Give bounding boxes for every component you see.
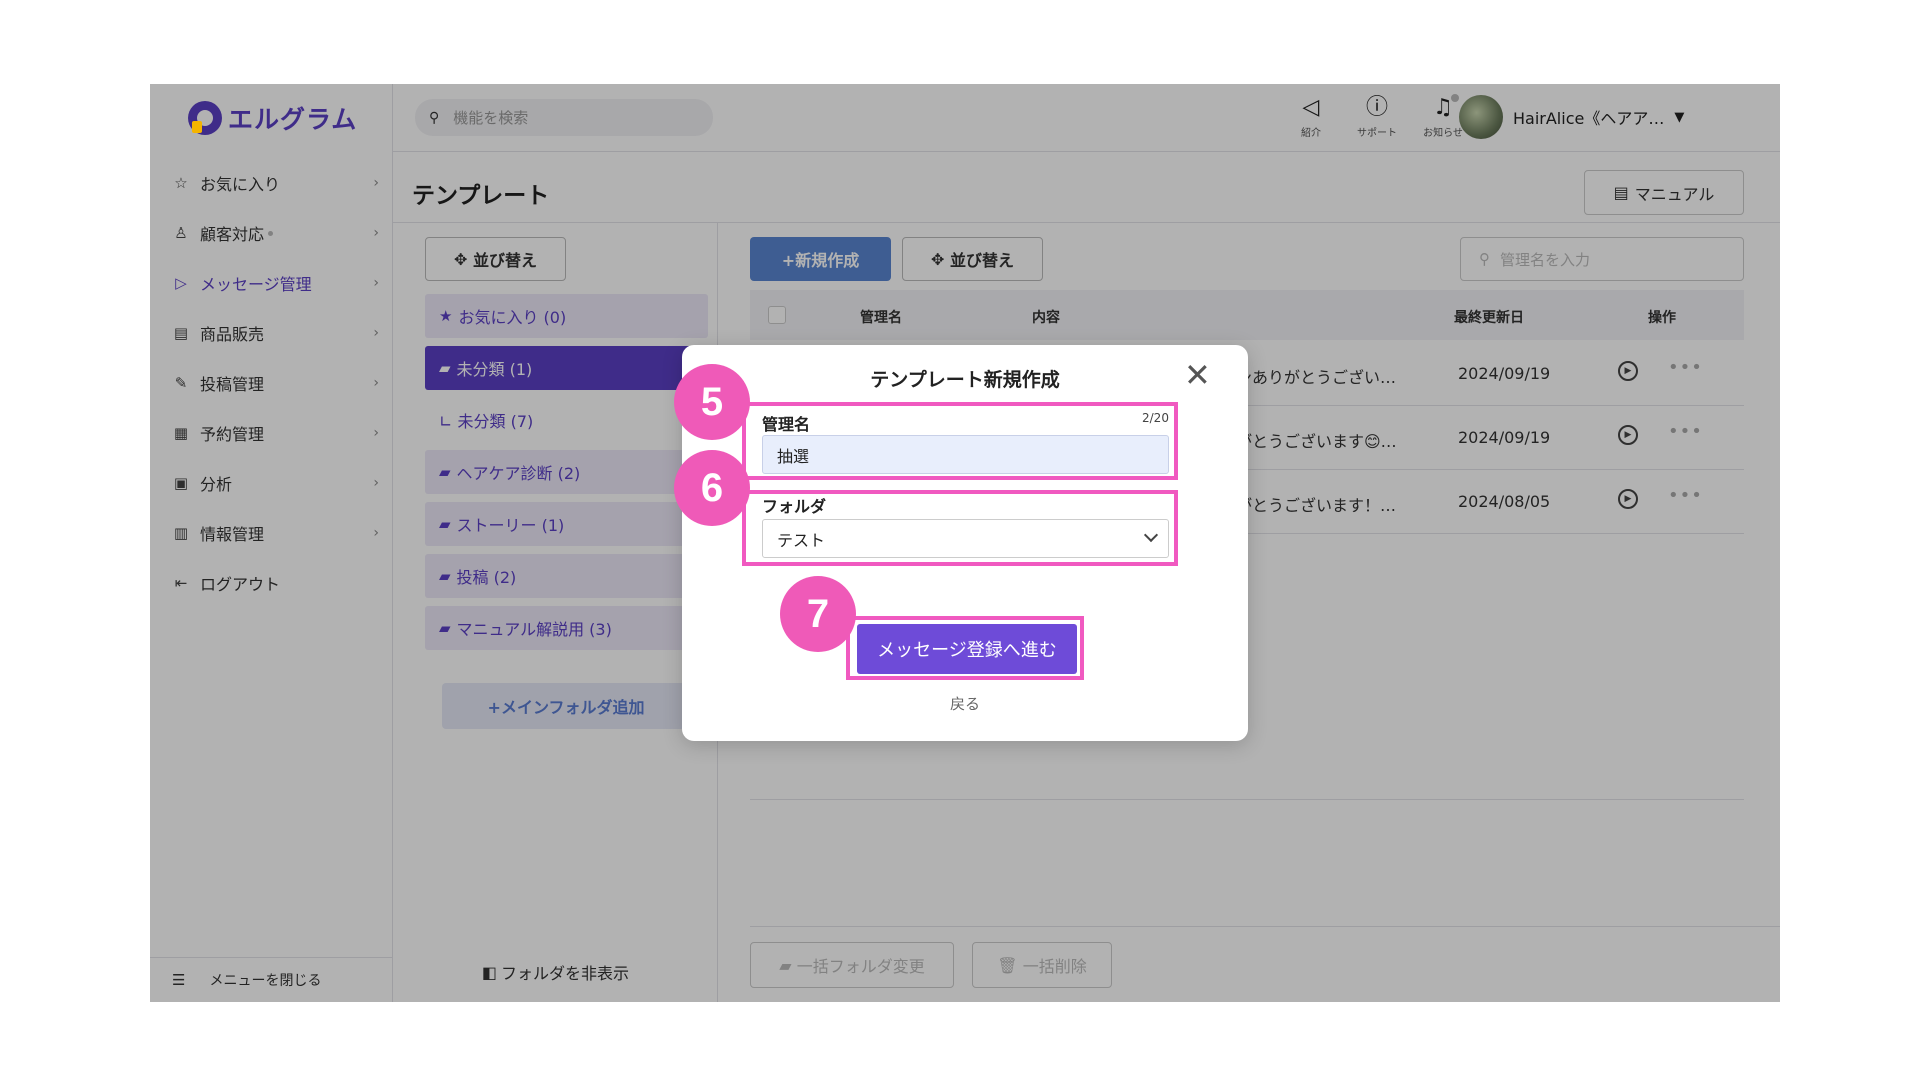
highlight-name-field bbox=[742, 402, 1178, 480]
back-link[interactable]: 戻る bbox=[682, 693, 1248, 714]
close-icon[interactable]: ✕ bbox=[1184, 359, 1211, 391]
step-badge: 7 bbox=[780, 576, 856, 652]
step-badge: 5 bbox=[674, 364, 750, 440]
step-badge: 6 bbox=[674, 450, 750, 526]
dialog-title: テンプレート新規作成 bbox=[870, 369, 1060, 391]
highlight-proceed-button bbox=[846, 616, 1084, 680]
screenshot-stage: エルグラム ☆ お気に入り › ♙ 顧客対応 › ▷ メッセージ管理 › ▤ 商… bbox=[0, 0, 1920, 1080]
highlight-folder-field bbox=[742, 490, 1178, 566]
